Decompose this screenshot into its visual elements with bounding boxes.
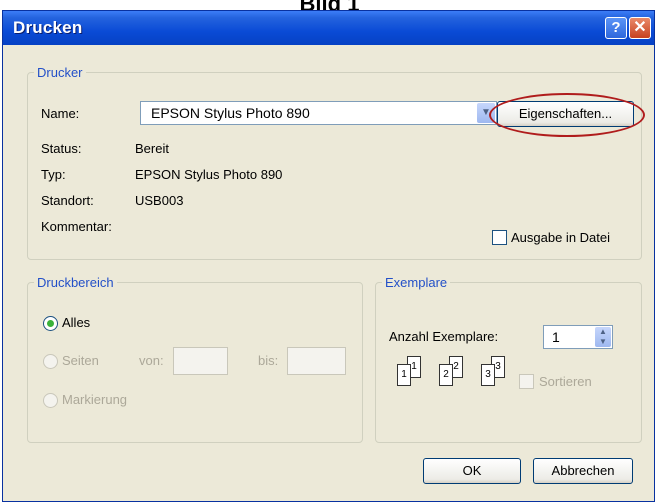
name-label: Name: <box>41 106 80 121</box>
close-button[interactable]: ✕ <box>629 17 651 39</box>
chevron-down-icon[interactable]: ▼ <box>477 103 495 123</box>
copies-count-spinner[interactable]: 1 ▲ ▼ <box>543 325 613 349</box>
status-label: Status: <box>41 141 82 156</box>
printer-name-value: EPSON Stylus Photo 890 <box>151 105 310 121</box>
print-to-file-label[interactable]: Ausgabe in Datei <box>511 230 610 245</box>
print-to-file-checkbox[interactable] <box>492 230 507 245</box>
print-dialog: Drucken ? ✕ Drucker Name: EPSON Stylus P… <box>2 10 655 502</box>
title-bar[interactable]: Drucken ? ✕ <box>3 11 654 45</box>
copies-count-value: 1 <box>552 329 560 345</box>
radio-pages-label[interactable]: Seiten <box>62 353 99 368</box>
dialog-title: Drucken <box>13 18 83 37</box>
from-page-input[interactable] <box>173 347 228 375</box>
ok-button[interactable]: OK <box>423 458 521 484</box>
print-range-legend: Druckbereich <box>37 275 114 290</box>
properties-button[interactable]: Eigenschaften... <box>497 101 634 127</box>
help-button[interactable]: ? <box>605 17 627 39</box>
radio-all[interactable] <box>43 316 58 331</box>
printer-group-legend: Drucker <box>37 65 83 80</box>
location-value: USB003 <box>135 193 184 208</box>
type-label: Typ: <box>41 167 66 182</box>
collate-page-icon: 1 <box>397 364 411 386</box>
to-label: bis: <box>258 353 279 368</box>
collate-checkbox[interactable] <box>519 374 534 389</box>
copies-legend: Exemplare <box>385 275 448 290</box>
radio-pages[interactable] <box>43 354 58 369</box>
from-label: von: <box>139 353 164 368</box>
location-label: Standort: <box>41 193 94 208</box>
radio-selection[interactable] <box>43 393 58 408</box>
radio-selected-dot <box>47 320 54 327</box>
collate-page-icon: 2 <box>439 364 453 386</box>
copies-count-label: Anzahl Exemplare: <box>389 329 499 344</box>
to-page-input[interactable] <box>287 347 346 375</box>
printer-name-select[interactable]: EPSON Stylus Photo 890 ▼ <box>140 101 497 125</box>
comment-label: Kommentar: <box>41 219 112 234</box>
collate-page-icon: 3 <box>481 364 495 386</box>
radio-all-label[interactable]: Alles <box>62 315 90 330</box>
radio-selection-label[interactable]: Markierung <box>62 392 127 407</box>
status-value: Bereit <box>135 141 169 156</box>
type-value: EPSON Stylus Photo 890 <box>135 167 283 182</box>
cancel-button[interactable]: Abbrechen <box>533 458 633 484</box>
spinner-arrows-icon[interactable]: ▲ ▼ <box>595 327 611 347</box>
collate-label[interactable]: Sortieren <box>539 374 592 389</box>
